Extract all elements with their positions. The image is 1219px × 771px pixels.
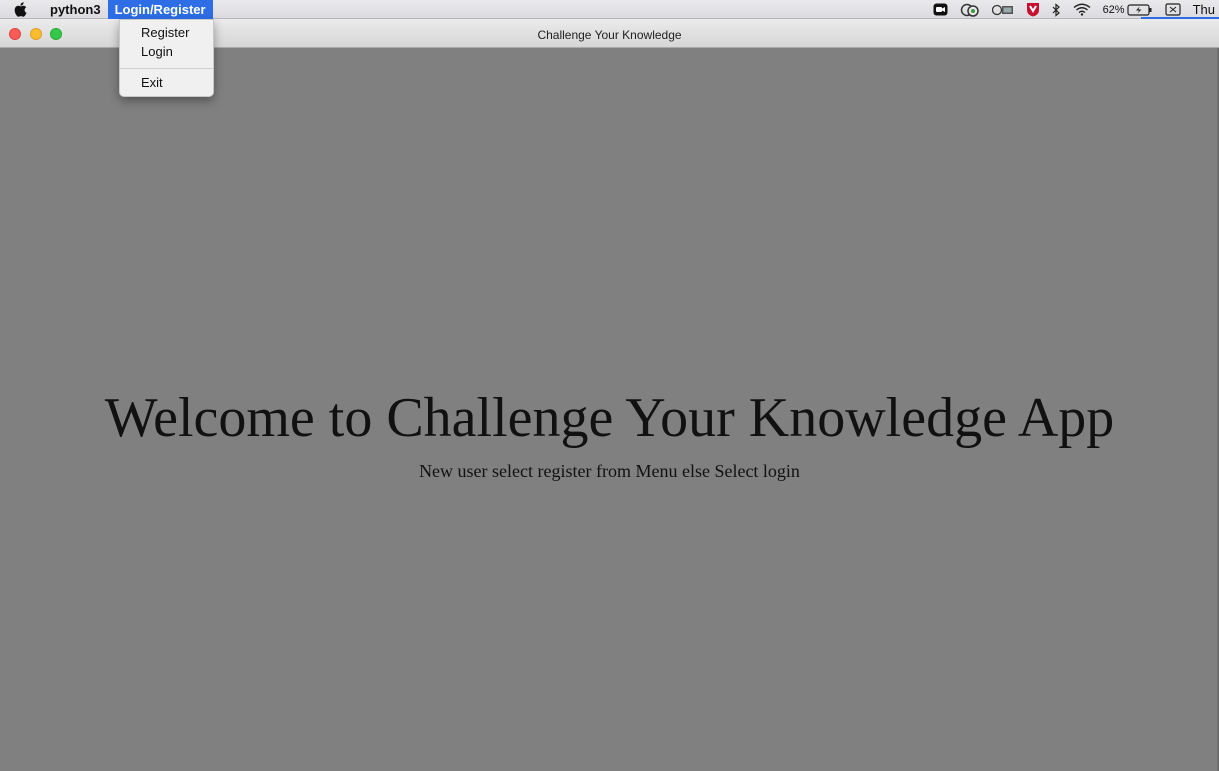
welcome-subtitle: New user select register from Menu else … — [419, 461, 800, 481]
app-name-menu[interactable]: python3 — [50, 2, 101, 17]
display-icon[interactable] — [991, 3, 1014, 16]
apple-logo-icon[interactable] — [12, 0, 28, 19]
menu-login-register[interactable]: Login/Register — [107, 0, 213, 19]
login-register-dropdown-menu: Register Login Exit — [119, 19, 214, 97]
wifi-icon[interactable] — [1073, 3, 1091, 16]
mcafee-shield-icon[interactable] — [1026, 2, 1040, 17]
menu-item-login[interactable]: Login — [120, 43, 213, 61]
camera-icon[interactable] — [933, 3, 948, 16]
battery-status[interactable]: 62% — [1103, 4, 1153, 16]
bluetooth-icon[interactable] — [1052, 2, 1061, 17]
battery-icon — [1126, 3, 1152, 16]
creative-cloud-icon[interactable] — [960, 3, 980, 17]
welcome-heading: Welcome to Challenge Your Knowledge App — [104, 387, 1115, 449]
menubar-clock[interactable]: Thu — [1193, 2, 1215, 17]
keyboard-input-icon[interactable] — [1164, 3, 1181, 16]
main-content: Welcome to Challenge Your Knowledge App … — [0, 48, 1219, 771]
battery-percent: 62% — [1102, 3, 1125, 16]
menu-item-exit[interactable]: Exit — [120, 74, 213, 92]
menu-item-register[interactable]: Register — [120, 24, 213, 42]
macos-menu-bar: python3 Login/Register 62% Thu — [0, 0, 1219, 19]
menu-separator — [120, 68, 213, 69]
